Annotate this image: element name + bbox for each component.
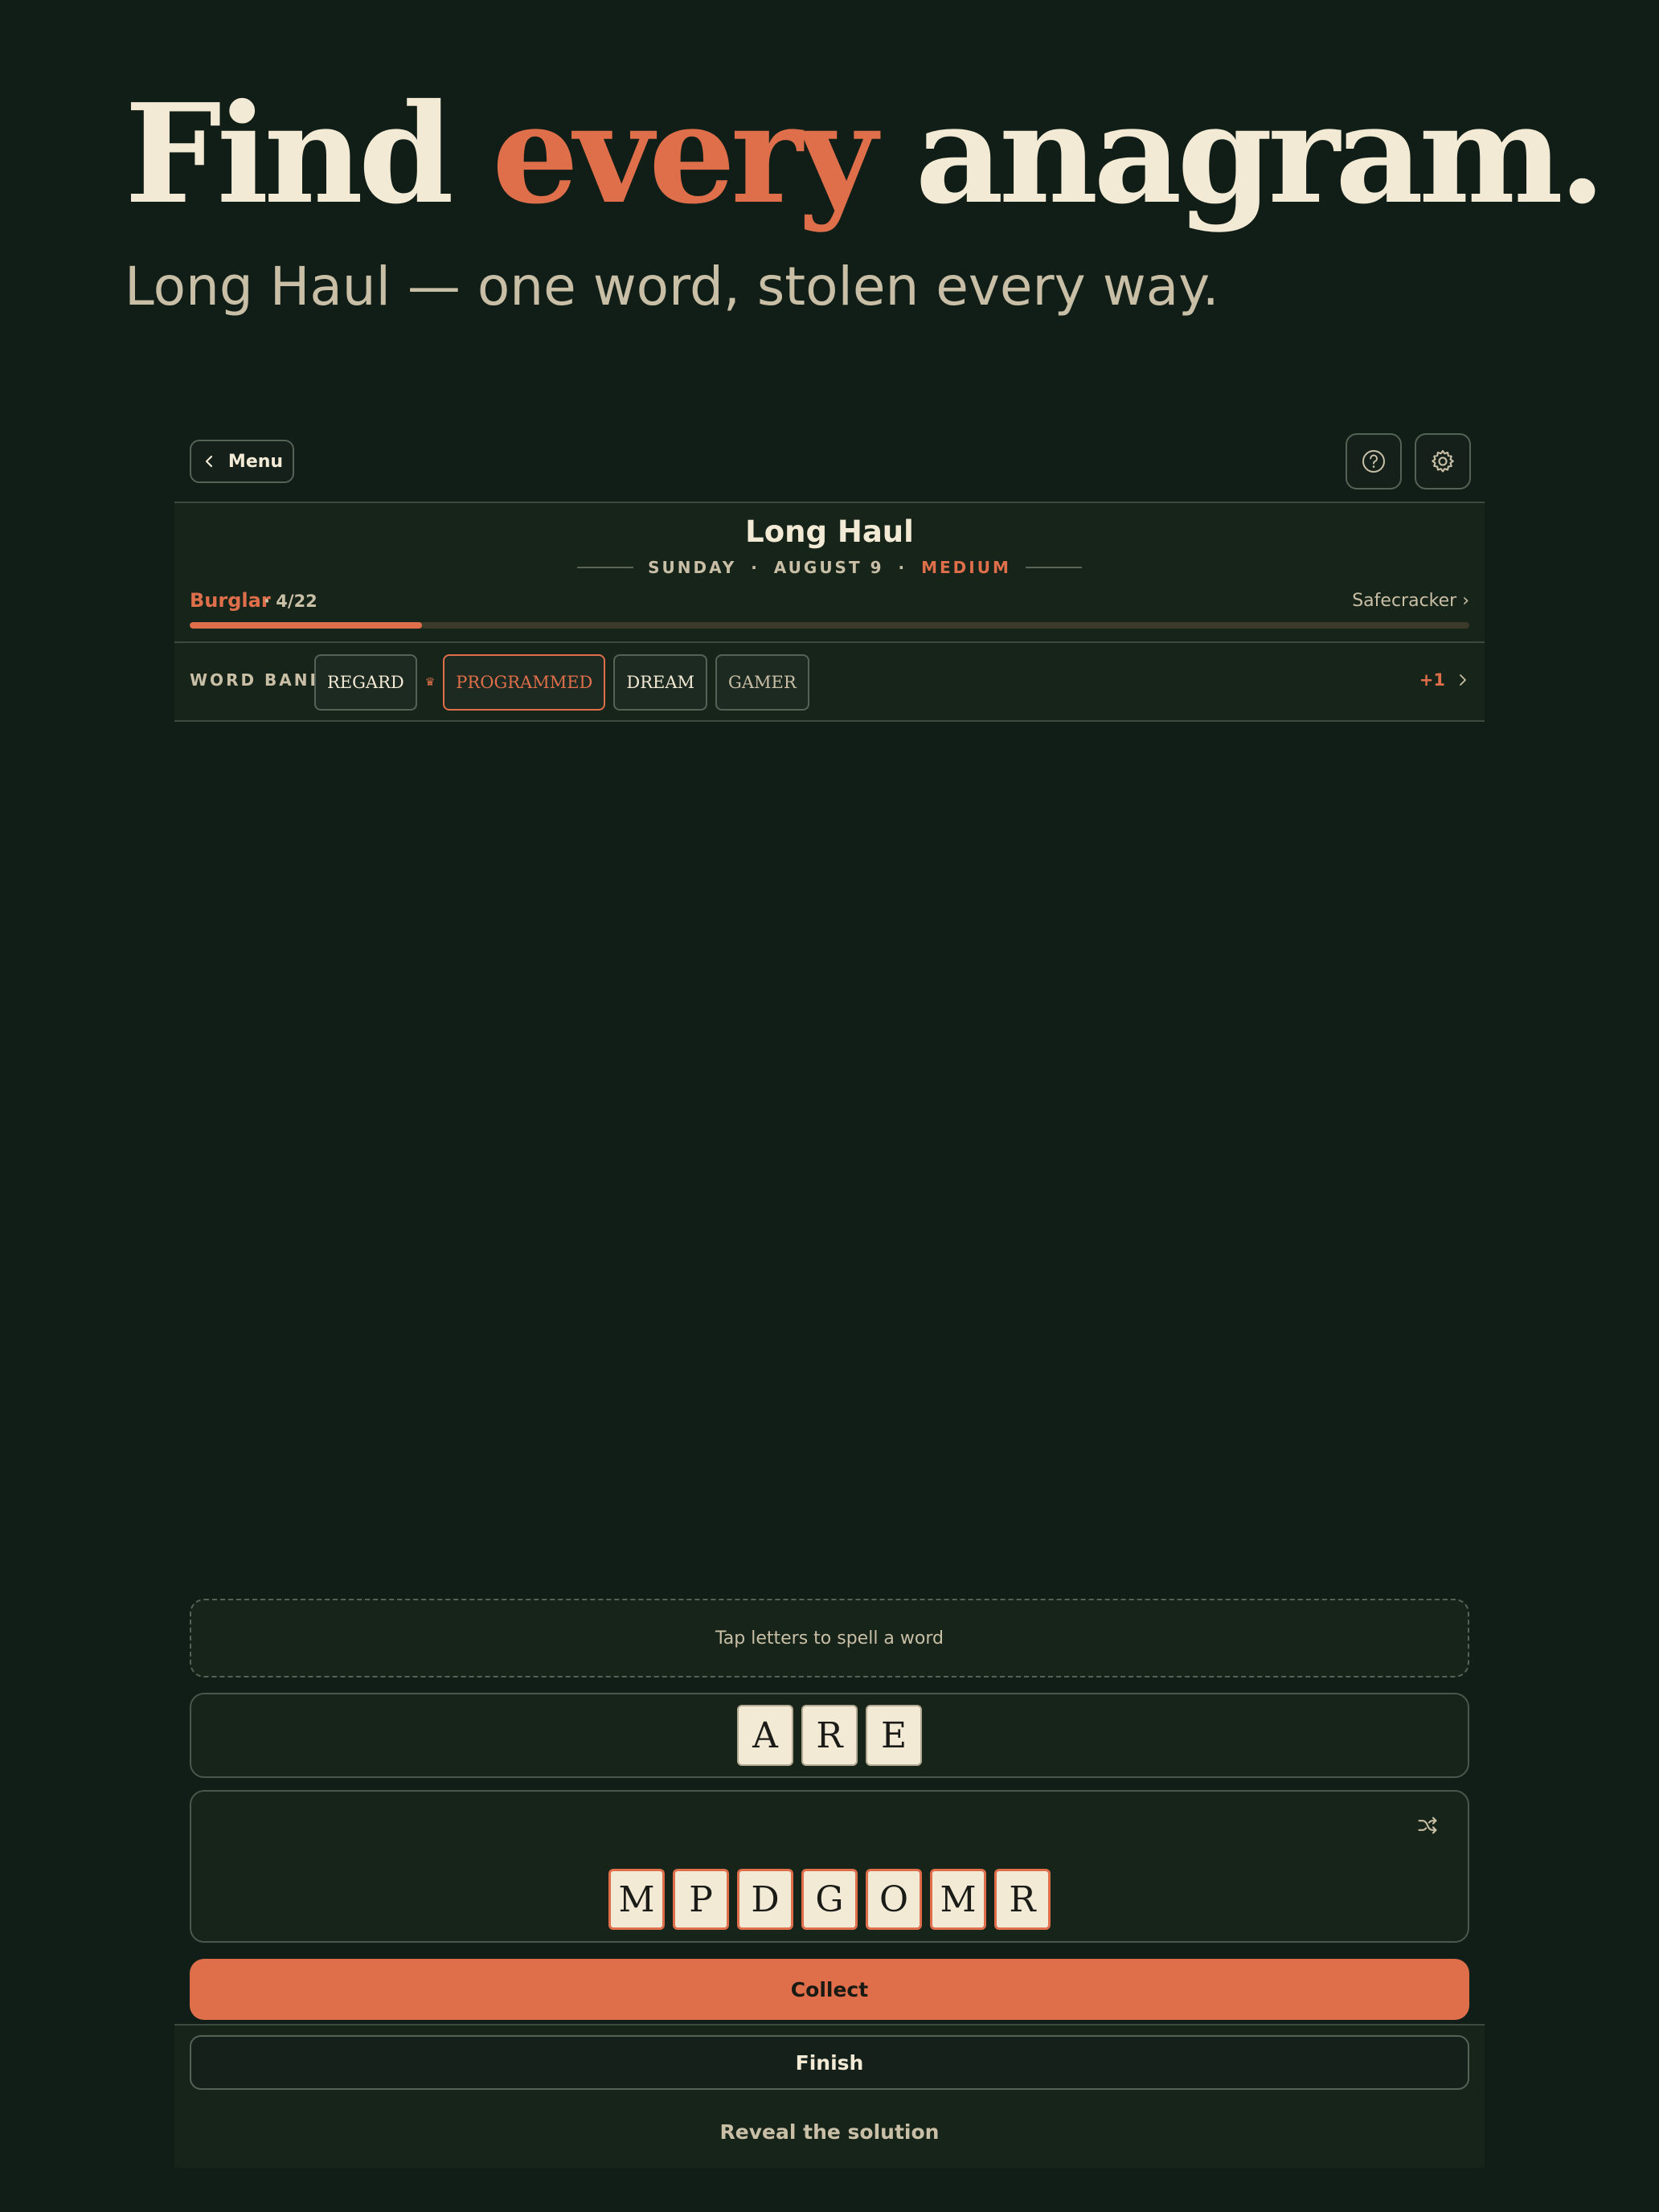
separator-dot: · xyxy=(751,558,760,577)
letter-tile[interactable]: E xyxy=(866,1705,922,1766)
rack-letter-tile[interactable]: M xyxy=(608,1869,665,1930)
progress-bar xyxy=(190,622,1469,629)
rack-tiles: M P D G O M R xyxy=(191,1869,1468,1930)
puzzle-title: Long Haul xyxy=(745,514,914,549)
word-input-hint[interactable]: Tap letters to spell a word xyxy=(190,1599,1469,1677)
letter-rack: M P D G O M R xyxy=(190,1790,1469,1943)
puzzle-date: AUGUST 9 xyxy=(773,558,884,577)
chevron-right-icon xyxy=(1460,674,1466,686)
help-button[interactable] xyxy=(1346,433,1402,490)
letter-tile[interactable]: R xyxy=(801,1705,858,1766)
footer-actions: Finish Reveal the solution xyxy=(174,2024,1485,2168)
letter-tile[interactable]: A xyxy=(737,1705,793,1766)
word-bank-list: REGARD ♛ PROGRAMMED DREAM GAMER xyxy=(314,654,809,711)
divider xyxy=(1025,567,1082,568)
current-word-tray: A R E xyxy=(190,1693,1469,1778)
hero-title-end: anagram. xyxy=(915,74,1607,235)
menu-button[interactable]: Menu xyxy=(190,440,294,483)
hero-title: Find every anagram. xyxy=(125,72,1607,236)
help-circle-icon xyxy=(1362,450,1385,473)
menu-button-label: Menu xyxy=(227,451,284,472)
word-chip[interactable]: GAMER xyxy=(715,654,809,711)
word-bank: WORD BANK REGARD ♛ PROGRAMMED DREAM GAME… xyxy=(174,641,1485,722)
game-panel: Menu Long Haul SUNDAY · AUGUST 9 · MEDIU… xyxy=(174,422,1485,2168)
progress-fill xyxy=(190,622,423,629)
puzzle-date-row: SUNDAY · AUGUST 9 · MEDIUM xyxy=(174,558,1485,577)
chevron-left-icon xyxy=(205,455,213,468)
gear-icon xyxy=(1432,449,1454,473)
rack-letter-tile[interactable]: R xyxy=(994,1869,1051,1930)
rack-letter-tile[interactable]: O xyxy=(866,1869,922,1930)
hero-title-start: Find xyxy=(125,74,454,235)
word-chip[interactable]: DREAM xyxy=(613,654,708,711)
shuffle-icon[interactable] xyxy=(1416,1814,1439,1837)
puzzle-day: SUNDAY xyxy=(648,558,737,577)
crown-icon: ♛ xyxy=(424,676,436,689)
rank-row: Burglar · 4/22 Safecracker › xyxy=(190,589,1469,618)
rack-letter-tile[interactable]: D xyxy=(737,1869,793,1930)
puzzle-difficulty: MEDIUM xyxy=(921,558,1011,577)
separator-dot: · xyxy=(898,558,907,577)
hero-subtitle: Long Haul — one word, stolen every way. xyxy=(125,256,1219,317)
hero-title-accent: every xyxy=(491,74,877,235)
next-rank-link[interactable]: Safecracker › xyxy=(1352,591,1469,611)
puzzle-header: Long Haul SUNDAY · AUGUST 9 · MEDIUM Bur… xyxy=(174,502,1485,722)
rack-letter-tile[interactable]: P xyxy=(673,1869,729,1930)
word-chip[interactable]: REGARD xyxy=(314,654,417,711)
reveal-solution-link[interactable]: Reveal the solution xyxy=(174,2120,1485,2144)
more-count: +1 xyxy=(1419,670,1445,690)
current-rank: Burglar xyxy=(190,589,271,612)
top-bar: Menu xyxy=(174,422,1485,502)
divider xyxy=(577,567,634,568)
found-count: · 4/22 xyxy=(264,592,317,611)
collect-button[interactable]: Collect xyxy=(190,1959,1469,2020)
finish-button[interactable]: Finish xyxy=(190,2035,1469,2090)
word-bank-more-button[interactable]: +1 xyxy=(1419,670,1469,690)
settings-button[interactable] xyxy=(1415,433,1471,490)
rack-letter-tile[interactable]: M xyxy=(930,1869,986,1930)
word-bank-label: WORD BANK xyxy=(190,670,325,690)
word-chip-longest[interactable]: PROGRAMMED xyxy=(443,654,606,711)
rack-letter-tile[interactable]: G xyxy=(801,1869,858,1930)
